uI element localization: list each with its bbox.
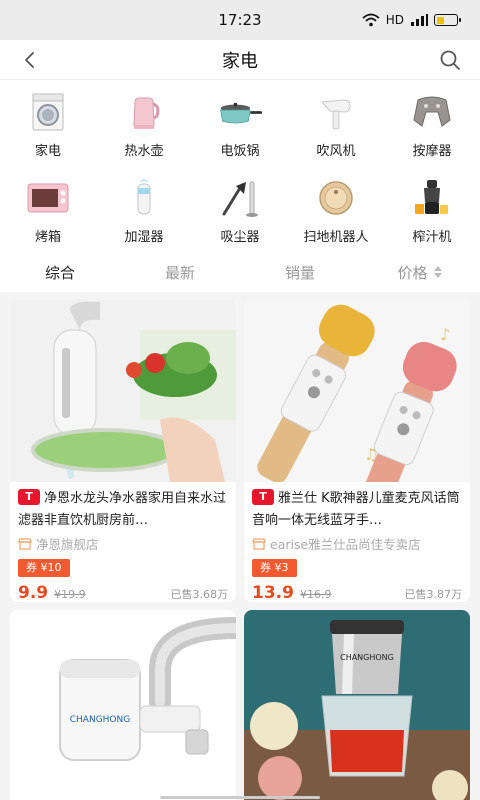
sort-tab-price[interactable]: 价格 bbox=[360, 262, 480, 283]
back-arrow-icon[interactable] bbox=[18, 48, 42, 72]
category-rice-cooker[interactable]: 电饭锅 bbox=[192, 80, 288, 166]
pot-icon bbox=[217, 92, 263, 132]
robot-vacuum-icon bbox=[313, 178, 359, 218]
tmall-icon bbox=[252, 489, 274, 505]
juicer-icon bbox=[409, 178, 455, 218]
product-price: 9.9 bbox=[18, 583, 49, 602]
page-title: 家电 bbox=[222, 50, 258, 72]
home-indicator bbox=[160, 796, 320, 799]
sort-tab-comprehensive[interactable]: 综合 bbox=[0, 262, 120, 283]
sort-tab-newest[interactable]: 最新 bbox=[120, 262, 240, 283]
category-label: 吹风机 bbox=[316, 144, 356, 159]
svg-text:CHANGHONG: CHANGHONG bbox=[70, 715, 130, 725]
svg-text:CHANGHONG: CHANGHONG bbox=[340, 653, 394, 662]
product-image-water-purifier bbox=[10, 300, 236, 482]
product-name: 雅兰仕 K歌神器儿童麦克风话筒音响一体无线蓝牙手… bbox=[252, 488, 462, 532]
category-label: 家电 bbox=[34, 144, 61, 159]
svg-text:♪: ♪ bbox=[440, 325, 450, 344]
category-label: 电饭锅 bbox=[220, 144, 260, 159]
product-card[interactable]: ♪ ♫ 雅兰仕 K歌神器儿童麦克风话筒音响一体无线蓝牙手… earise雅兰仕品… bbox=[244, 300, 470, 602]
vacuum-icon bbox=[217, 178, 263, 218]
category-label: 热水壶 bbox=[124, 144, 164, 159]
product-card[interactable]: CHANGHONG bbox=[10, 610, 236, 800]
product-card[interactable]: CHANGHONG bbox=[244, 610, 470, 800]
coupon-badge: 券 ¥10 bbox=[18, 559, 70, 577]
status-bar: 17:23 HD bbox=[0, 0, 480, 40]
category-humidifier[interactable]: 加湿器 bbox=[96, 166, 192, 252]
sort-tab-label: 最新 bbox=[164, 263, 195, 282]
category-label: 榨汁机 bbox=[412, 230, 452, 245]
category-label: 扫地机器人 bbox=[303, 230, 369, 245]
category-grid: 家电 热水壶 电饭锅 吹风机 按摩器 烤箱 加湿器 吸尘器 扫地机器人 榨汁机 bbox=[0, 80, 480, 252]
category-hair-dryer[interactable]: 吹风机 bbox=[288, 80, 384, 166]
massager-icon bbox=[409, 92, 455, 132]
category-robot-vacuum[interactable]: 扫地机器人 bbox=[288, 166, 384, 252]
search-icon[interactable] bbox=[438, 48, 462, 72]
product-image-karaoke-mic: ♪ ♫ bbox=[244, 300, 470, 482]
status-time: 17:23 bbox=[218, 11, 262, 29]
humidifier-icon bbox=[121, 178, 167, 218]
battery-icon bbox=[434, 14, 461, 26]
svg-text:♫: ♫ bbox=[364, 445, 378, 464]
sort-tab-sales[interactable]: 销量 bbox=[240, 262, 360, 283]
category-juicer[interactable]: 榨汁机 bbox=[384, 166, 480, 252]
sort-arrows-icon bbox=[433, 266, 442, 278]
sort-tab-label: 价格 bbox=[397, 263, 428, 282]
category-vacuum[interactable]: 吸尘器 bbox=[192, 166, 288, 252]
sort-tab-label: 销量 bbox=[284, 263, 315, 282]
product-grid: 净恩水龙头净水器家用自来水过滤器非直饮机厨房前… 净恩旗舰店 券 ¥10 9.9… bbox=[0, 292, 480, 800]
category-label: 烤箱 bbox=[34, 230, 61, 245]
kettle-icon bbox=[121, 92, 167, 132]
product-image-faucet-filter: CHANGHONG bbox=[10, 610, 236, 800]
product-shop: 净恩旗舰店 bbox=[18, 534, 228, 553]
navigation-bar: 家电 bbox=[0, 40, 480, 80]
category-label: 吸尘器 bbox=[220, 230, 260, 245]
shop-icon bbox=[252, 537, 266, 550]
washing-machine-icon bbox=[25, 92, 71, 132]
category-home-appliance[interactable]: 家电 bbox=[0, 80, 96, 166]
product-price: 13.9 bbox=[252, 583, 294, 602]
product-card[interactable]: 净恩水龙头净水器家用自来水过滤器非直饮机厨房前… 净恩旗舰店 券 ¥10 9.9… bbox=[10, 300, 236, 602]
shop-icon bbox=[18, 537, 32, 550]
sort-bar: 综合 最新 销量 价格 bbox=[0, 252, 480, 292]
product-shop: earise雅兰仕品尚佳专卖店 bbox=[252, 534, 462, 553]
category-oven[interactable]: 烤箱 bbox=[0, 166, 96, 252]
sort-tab-label: 综合 bbox=[44, 263, 75, 282]
category-label: 按摩器 bbox=[412, 144, 452, 159]
product-sold-count: 已售3.68万 bbox=[170, 588, 229, 601]
category-kettle[interactable]: 热水壶 bbox=[96, 80, 192, 166]
product-sold-count: 已售3.87万 bbox=[404, 588, 463, 601]
product-original-price: ¥16.9 bbox=[299, 588, 332, 601]
hair-dryer-icon bbox=[313, 92, 359, 132]
product-image-food-chopper: CHANGHONG bbox=[244, 610, 470, 800]
category-label: 加湿器 bbox=[124, 230, 164, 245]
product-original-price: ¥19.9 bbox=[54, 588, 86, 601]
category-massager[interactable]: 按摩器 bbox=[384, 80, 480, 166]
coupon-badge: 券 ¥3 bbox=[252, 559, 297, 577]
oven-icon bbox=[25, 178, 71, 218]
product-name: 净恩水龙头净水器家用自来水过滤器非直饮机厨房前… bbox=[18, 488, 228, 532]
tmall-icon bbox=[18, 489, 40, 505]
